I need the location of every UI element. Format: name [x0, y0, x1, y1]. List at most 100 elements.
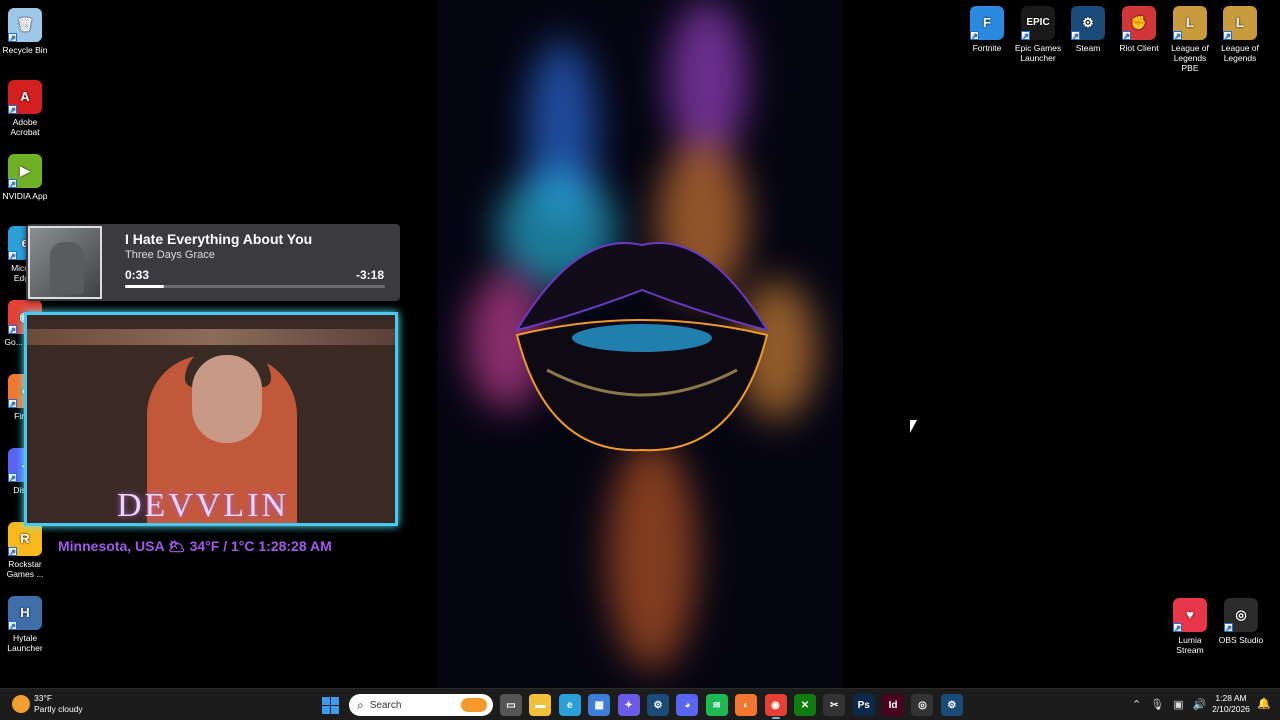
- volume-icon[interactable]: 🔊: [1193, 698, 1207, 711]
- current-time: 0:33: [125, 268, 150, 282]
- firefox-icon[interactable]: ◐: [735, 694, 758, 716]
- desktop-icon-lumia-stream[interactable]: ♥ ↗ Lumia Stream: [1165, 598, 1215, 655]
- desktop-icon-epic-games[interactable]: EPIC ↗ Epic Games Launcher: [1013, 6, 1063, 63]
- adobe-acrobat-icon: A ↗: [8, 80, 42, 115]
- hytale-icon: H ↗: [8, 596, 42, 631]
- xbox-icon[interactable]: ✕: [793, 694, 816, 716]
- track-artist: Three Days Grace: [125, 249, 215, 261]
- desktop-icon-recycle-bin[interactable]: 🗑 ↗ Recycle Bin: [0, 8, 50, 55]
- shortcut-arrow-icon: ↗: [8, 621, 17, 631]
- chevron-up-icon[interactable]: ⌃: [1132, 698, 1141, 711]
- search-icon: ⌕: [357, 697, 364, 712]
- desktop-icon-label: Recycle Bin: [2, 45, 48, 55]
- shortcut-arrow-icon: ↗: [1224, 623, 1233, 633]
- shortcut-arrow-icon: ↗: [8, 547, 17, 557]
- shortcut-arrow-icon: ↗: [8, 179, 17, 189]
- shortcut-arrow-icon: ↗: [1122, 31, 1131, 41]
- shortcut-arrow-icon: ↗: [8, 33, 17, 43]
- webcam-overlay: DEVVLIN: [24, 312, 398, 526]
- snipping-tool-icon[interactable]: ✂: [823, 694, 846, 716]
- shortcut-arrow-icon: ↗: [8, 325, 17, 335]
- shortcut-arrow-icon: ↗: [970, 31, 979, 41]
- desktop-icon-rockstar[interactable]: R ↗ Rockstar Games ...: [0, 522, 50, 579]
- steam-icon: ⚙ ↗: [1071, 6, 1105, 41]
- lips-artwork: [514, 242, 770, 452]
- lumia-stream-icon: ♥ ↗: [1173, 598, 1207, 633]
- weather-desc: Partly cloudy: [34, 704, 83, 714]
- notification-icon[interactable]: 🔔: [1257, 697, 1271, 710]
- desktop-icon-label: League of Legends: [1221, 43, 1259, 63]
- weather-icon: [12, 695, 30, 713]
- clock-date: 2/10/2026: [1212, 704, 1250, 714]
- steam-2-icon[interactable]: ⚙: [940, 694, 963, 716]
- obs-icon: ◎ ↗: [1224, 598, 1258, 633]
- taskbar: 33°F Partly cloudy ⌕ Search ▭ ▬ e ▦ ✦ ⚙ ◕ ≋ ◐ ◉ ✕ ✂…: [0, 688, 1280, 720]
- desktop-icon-label: Riot Client: [1119, 43, 1159, 53]
- desktop-icon-riot-client[interactable]: ✊ ↗ Riot Client: [1114, 6, 1164, 53]
- progress-bar: [125, 285, 385, 288]
- desktop-icon-hytale[interactable]: H ↗ Hytale Launcher: [0, 596, 50, 653]
- desktop-icon-league[interactable]: L ↗ League of Legends: [1215, 6, 1265, 63]
- desktop-icon-nvidia[interactable]: ▶ ↗ NVIDIA App: [0, 154, 50, 201]
- copilot-icon[interactable]: ✦: [617, 694, 640, 716]
- photoshop-icon[interactable]: Ps: [852, 694, 875, 716]
- search-highlight-icon: [461, 698, 487, 712]
- file-explorer-icon[interactable]: ▬: [529, 694, 552, 716]
- desktop-icon-obs[interactable]: ◎ ↗ OBS Studio: [1216, 598, 1266, 645]
- spotify-icon[interactable]: ≋: [705, 694, 728, 716]
- start-button[interactable]: [322, 697, 339, 714]
- clock-time: 1:28 AM: [1215, 693, 1247, 703]
- desktop-icon-adobe-acrobat[interactable]: A ↗ Adobe Acrobat: [0, 80, 50, 137]
- obs-icon[interactable]: ◎: [911, 694, 934, 716]
- shortcut-arrow-icon: ↗: [8, 473, 17, 483]
- task-view-icon[interactable]: ▭: [500, 694, 522, 716]
- shortcut-arrow-icon: ↗: [8, 251, 17, 261]
- system-tray: ⌃ 🎙 ▣ 🔊: [1132, 698, 1206, 711]
- remaining-time: -3:18: [355, 268, 384, 282]
- nvidia-icon: ▶ ↗: [8, 154, 42, 189]
- microphone-icon[interactable]: 🎙: [1150, 698, 1164, 711]
- clock[interactable]: 1:28 AM 2/10/2026: [1206, 693, 1256, 715]
- search-placeholder: Search: [369, 699, 402, 711]
- desktop-icon-label: Fortnite: [972, 43, 1002, 53]
- mouse-cursor: [910, 420, 917, 433]
- streamer-name: DEVVLIN: [117, 487, 290, 524]
- taskbar-apps: ▭ ▬ e ▦ ✦ ⚙ ◕ ≋ ◐ ◉ ✕ ✂ Ps Id ◎ ⚙: [500, 694, 970, 719]
- indesign-icon[interactable]: Id: [882, 694, 905, 716]
- desktop-icon-label: Adobe Acrobat: [10, 117, 40, 137]
- now-playing-widget: I Hate Everything About You Three Days G…: [26, 224, 400, 301]
- desktop-icon-label: League of Legends PBE: [1171, 43, 1209, 73]
- recycle-bin-icon: 🗑 ↗: [8, 8, 42, 43]
- fortnite-icon: F ↗: [970, 6, 1004, 41]
- shortcut-arrow-icon: ↗: [1021, 31, 1030, 41]
- album-art: [28, 226, 102, 299]
- chrome-icon[interactable]: ◉: [764, 694, 787, 719]
- location-weather-bar: Minnesota, USA 🌥 34°F / 1°C 1:28:28 AM: [58, 538, 332, 554]
- shortcut-arrow-icon: ↗: [8, 399, 17, 409]
- weather-widget[interactable]: 33°F Partly cloudy: [12, 693, 83, 715]
- microsoft-store-icon[interactable]: ▦: [588, 694, 611, 716]
- edge-icon[interactable]: e: [558, 694, 581, 716]
- discord-icon[interactable]: ◕: [676, 694, 699, 716]
- desktop-icon-label: Lumia Stream: [1176, 635, 1204, 655]
- desktop-icon-label: OBS Studio: [1218, 635, 1264, 645]
- league-pbe-icon: L ↗: [1173, 6, 1207, 41]
- shortcut-arrow-icon: ↗: [1173, 31, 1182, 41]
- track-title: I Hate Everything About You: [125, 231, 313, 247]
- desktop-icon-label: Epic Games Launcher: [1014, 43, 1062, 63]
- network-icon[interactable]: ▣: [1173, 698, 1183, 711]
- search-box[interactable]: ⌕ Search: [349, 694, 493, 716]
- desktop-icon-label: Hytale Launcher: [7, 633, 43, 653]
- riot-client-icon: ✊ ↗: [1122, 6, 1156, 41]
- desktop: 🗑 ↗ Recycle Bin A ↗ Adobe Acrobat ▶ ↗ NVIDIA App…: [0, 0, 1280, 688]
- shortcut-arrow-icon: ↗: [1223, 31, 1232, 41]
- desktop-icon-label: NVIDIA App: [2, 191, 48, 201]
- desktop-icon-label: Rockstar Games ...: [6, 559, 44, 579]
- desktop-icon-fortnite[interactable]: F ↗ Fortnite: [962, 6, 1012, 53]
- desktop-icon-steam[interactable]: ⚙ ↗ Steam: [1063, 6, 1113, 53]
- desktop-icon-league-pbe[interactable]: L ↗ League of Legends PBE: [1165, 6, 1215, 73]
- shortcut-arrow-icon: ↗: [1173, 623, 1182, 633]
- league-icon: L ↗: [1223, 6, 1257, 41]
- steam-icon[interactable]: ⚙: [646, 694, 669, 716]
- shortcut-arrow-icon: ↗: [1071, 31, 1080, 41]
